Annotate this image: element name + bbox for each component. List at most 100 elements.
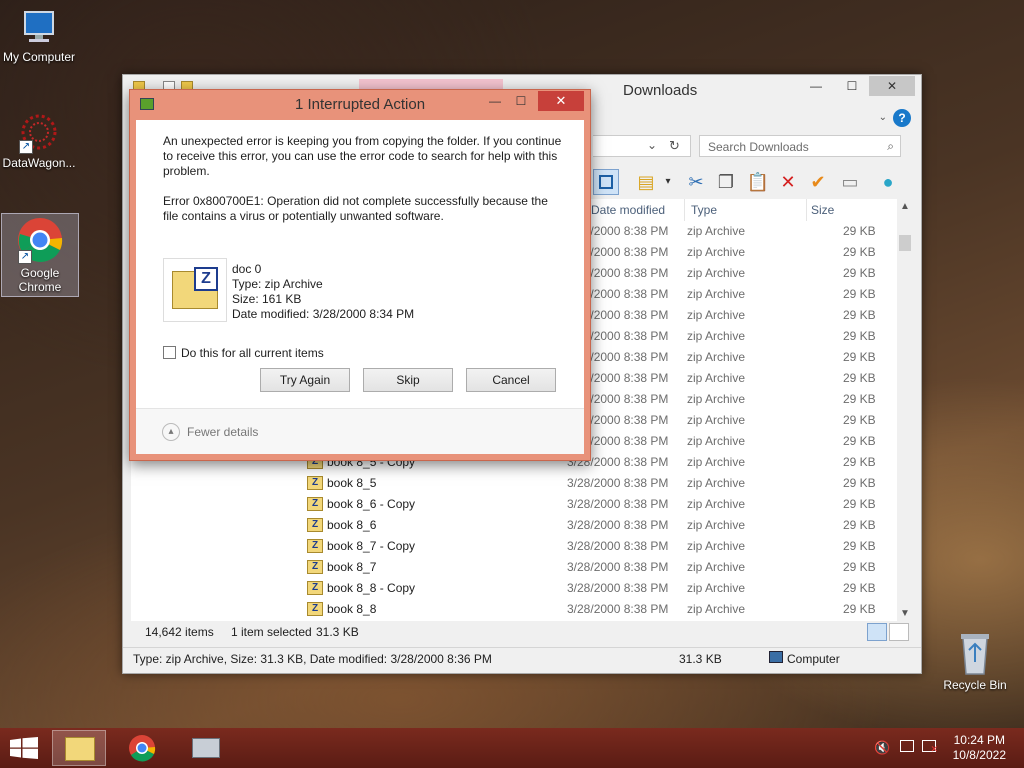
refresh-icon[interactable]: ↻ — [669, 138, 680, 154]
shortcut-arrow-icon: ↗ — [19, 140, 33, 154]
window-title: Downloads — [623, 82, 698, 99]
help-icon[interactable]: ? — [893, 109, 911, 127]
system-clock[interactable]: 10:24 PM 10/8/2022 — [953, 733, 1006, 763]
cell-size: 29 KB — [843, 287, 876, 301]
cell-type: zip Archive — [687, 224, 746, 238]
file-name: doc 0 — [232, 262, 262, 276]
error-code: Error 0x800700E1: Operation did not comp… — [163, 194, 548, 223]
desktop-icon-recycle-bin[interactable]: Recycle Bin — [936, 630, 1014, 700]
volume-muted-icon[interactable]: 🔇 — [874, 740, 890, 756]
desktop-icon-my-computer[interactable]: My Computer — [0, 8, 78, 76]
start-button[interactable] — [10, 737, 38, 759]
dropdown-arrow-icon[interactable]: ▾ — [655, 169, 681, 195]
search-placeholder: Search Downloads — [708, 140, 809, 154]
cell-type: zip Archive — [687, 308, 746, 322]
table-row[interactable]: Zbook 8_6 3/28/2000 8:38 PM zip Archive 29 … — [131, 515, 905, 536]
desktop-icon-label: DataWagon... — [2, 156, 76, 170]
maximize-button[interactable]: ☐ — [839, 76, 865, 96]
scroll-up-icon[interactable]: ▲ — [900, 201, 910, 212]
table-row[interactable]: Zbook 8_8 - Copy 3/28/2000 8:38 PM zip Arc… — [131, 578, 905, 599]
desktop-icon-google-chrome[interactable]: ↗ Google Chrome — [1, 213, 79, 297]
cell-size: 29 KB — [843, 560, 876, 574]
interrupted-action-dialog[interactable]: 1 Interrupted Action — ☐ ✕ An unexpected… — [129, 89, 591, 461]
vertical-scrollbar[interactable]: ▲ ▼ — [897, 199, 913, 621]
column-header-type[interactable]: Type — [691, 199, 807, 221]
minimize-button[interactable]: — — [803, 76, 829, 96]
cell-type: zip Archive — [687, 518, 746, 532]
delete-icon[interactable]: ✕ — [775, 169, 801, 195]
dialog-maximize-button[interactable]: ☐ — [508, 91, 534, 111]
table-row[interactable]: Zbook 8_6 - Copy 3/28/2000 8:38 PM zip Arc… — [131, 494, 905, 515]
folder-icon — [65, 737, 95, 761]
checkmark-icon[interactable]: ✔ — [805, 169, 831, 195]
close-button[interactable]: ✕ — [869, 76, 915, 96]
cell-name: book 8_6 - Copy — [327, 497, 416, 511]
item-count: 14,642 items — [145, 625, 214, 639]
taskbar-printer-app[interactable] — [178, 730, 232, 766]
zip-file-icon: Z — [307, 602, 323, 616]
cell-date: 3/28/2000 8:38 PM — [567, 581, 669, 595]
scroll-down-icon[interactable]: ▼ — [900, 608, 910, 619]
chevron-down-icon[interactable]: ⌄ — [879, 112, 887, 123]
cell-type: zip Archive — [687, 371, 746, 385]
location-text: Computer — [787, 652, 840, 666]
cell-size: 29 KB — [843, 476, 876, 490]
cell-type: zip Archive — [687, 329, 746, 343]
skip-button[interactable]: Skip — [363, 368, 453, 392]
cell-size: 29 KB — [843, 245, 876, 259]
cancel-button[interactable]: Cancel — [466, 368, 556, 392]
windows-logo-icon — [10, 737, 38, 759]
table-row[interactable]: Zbook 8_5 3/28/2000 8:38 PM zip Archive 29 … — [131, 473, 905, 494]
file-thumbnail: Z — [163, 258, 227, 322]
desktop-icon-label: Recycle Bin — [943, 678, 1007, 692]
zip-file-icon: Z — [307, 518, 323, 532]
cell-size: 29 KB — [843, 539, 876, 553]
rename-icon[interactable]: ▭ — [837, 169, 863, 195]
table-row[interactable]: Zbook 8_7 - Copy 3/28/2000 8:38 PM zip Arc… — [131, 536, 905, 557]
chevron-down-icon[interactable]: ⌄ — [647, 138, 657, 152]
cell-size: 29 KB — [843, 371, 876, 385]
try-again-button[interactable]: Try Again — [260, 368, 350, 392]
zip-file-icon: Z — [307, 560, 323, 574]
cut-icon[interactable]: ✂ — [683, 169, 709, 195]
cell-size: 29 KB — [843, 392, 876, 406]
cell-size: 29 KB — [843, 581, 876, 595]
cell-type: zip Archive — [687, 287, 746, 301]
error-message: An unexpected error is keeping you from … — [163, 134, 562, 178]
scrollbar-thumb[interactable] — [899, 235, 911, 251]
view-pane-icon[interactable] — [593, 169, 619, 195]
cell-name: book 8_6 — [327, 518, 377, 532]
chevron-up-icon[interactable]: ▴ — [162, 423, 180, 441]
fewer-details-link[interactable]: Fewer details — [187, 425, 258, 439]
do-this-for-all-checkbox[interactable] — [163, 346, 176, 359]
address-bar[interactable]: ⌄ ↻ — [593, 135, 691, 157]
taskbar-file-explorer[interactable] — [52, 730, 106, 766]
paste-icon[interactable]: 📋 — [745, 169, 771, 195]
table-row[interactable]: Zbook 8_8 3/28/2000 8:38 PM zip Archive 29 … — [131, 599, 905, 620]
table-row[interactable]: Zbook 8_7 3/28/2000 8:38 PM zip Archive 29 … — [131, 557, 905, 578]
cell-date: 3/28/2000 8:38 PM — [567, 497, 669, 511]
cell-type: zip Archive — [687, 602, 746, 616]
cell-type: zip Archive — [687, 413, 746, 427]
desktop-icon-datawagon[interactable]: ↗ DataWagon... — [0, 110, 78, 180]
dialog-body: An unexpected error is keeping you from … — [136, 120, 584, 454]
datawagon-icon: ↗ — [17, 110, 61, 154]
search-input[interactable]: Search Downloads ⌕ — [699, 135, 901, 157]
details-view-icon[interactable] — [867, 623, 887, 641]
cell-size: 29 KB — [843, 413, 876, 427]
large-icons-view-icon[interactable] — [889, 623, 909, 641]
cell-date: 3/28/2000 8:38 PM — [567, 518, 669, 532]
cell-size: 29 KB — [843, 518, 876, 532]
taskbar-chrome[interactable] — [115, 730, 169, 766]
network-icon[interactable] — [900, 740, 914, 752]
shell-icon[interactable]: ● — [875, 169, 901, 195]
dialog-minimize-button[interactable]: — — [482, 91, 508, 111]
search-icon[interactable]: ⌕ — [887, 139, 894, 154]
column-header-size[interactable]: Size — [811, 199, 881, 221]
clock-date: 10/8/2022 — [952, 748, 1006, 762]
dialog-close-button[interactable]: ✕ — [538, 91, 584, 111]
action-center-icon[interactable]: ✕ — [922, 740, 938, 754]
cell-date: 3/28/2000 8:38 PM — [567, 476, 669, 490]
copy-icon[interactable]: ❐ — [713, 169, 739, 195]
column-header-date[interactable]: Date modified — [591, 199, 685, 221]
